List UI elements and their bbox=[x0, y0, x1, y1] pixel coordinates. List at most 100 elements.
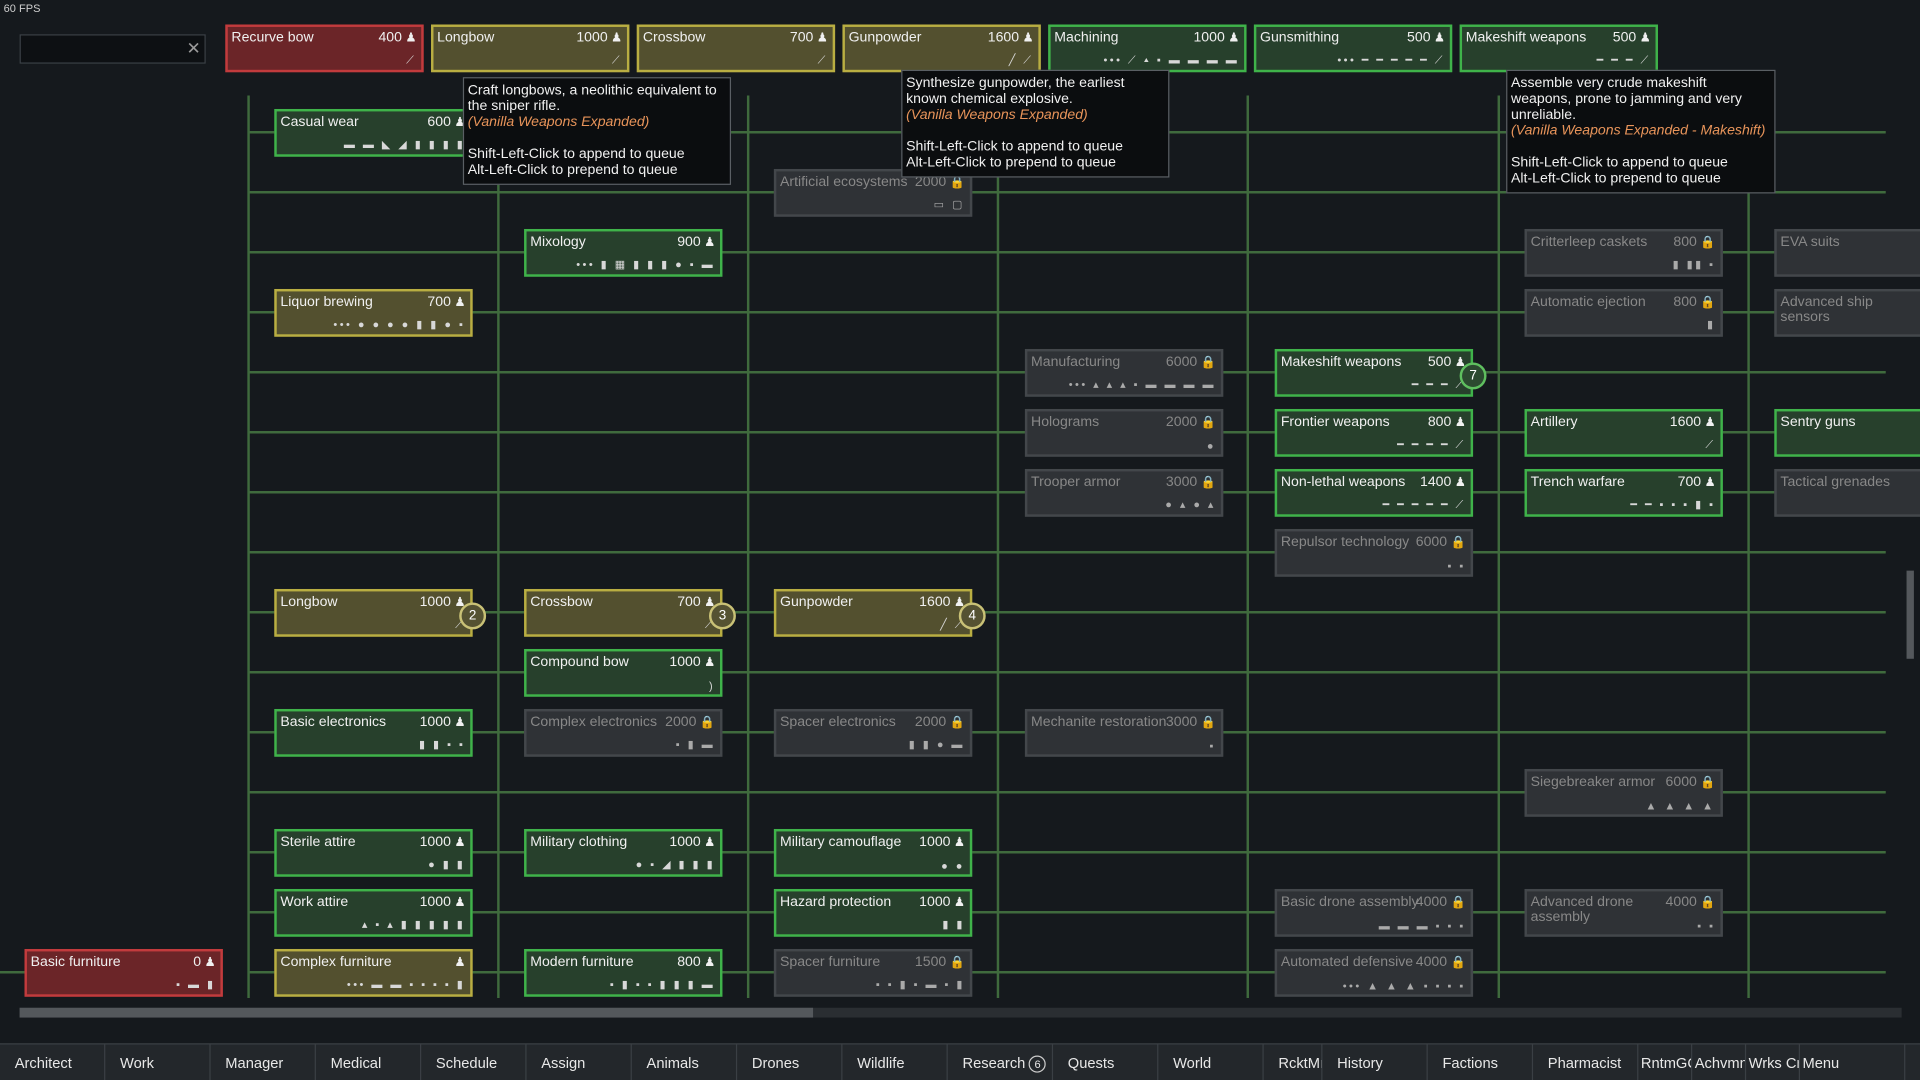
tree-node[interactable]: EVA suits 🔒 bbox=[1774, 228, 1920, 277]
tree-node[interactable]: Automated defensive 4000 🔒 ••• ▲ ▲ ▲ ▪ ▪ ▪… bbox=[1274, 948, 1474, 997]
cost-value: 1500 bbox=[914, 955, 947, 970]
tree-node[interactable]: Tactical grenades 🔒▪ ▪ ▪ bbox=[1774, 468, 1920, 517]
node-name: Crossbow bbox=[530, 595, 593, 610]
node-cost-lock: 2000 🔒 bbox=[665, 715, 715, 730]
tree-node[interactable]: Mechanite restoration 3000 🔒 ▪ bbox=[1024, 708, 1224, 757]
tab-drones[interactable]: Drones bbox=[737, 1044, 843, 1080]
tree-node[interactable]: Spacer electronics 2000 🔒 ▮ ▮ ● ▬ bbox=[773, 708, 973, 757]
horizontal-scrollbar[interactable] bbox=[19, 1007, 1902, 1018]
node-name: Advanced ship sensors bbox=[1780, 295, 1873, 325]
tree-node[interactable]: Work attire 1000 ♟ ▴ ▪ ▴ ▮ ▮ ▮ ▮ ▮ bbox=[274, 888, 473, 937]
queue-node[interactable]: Recurve bow 400 ♟ ⟋ bbox=[225, 24, 424, 73]
researcher-icon: ♟ bbox=[401, 31, 417, 46]
unlock-icons: ••• ▲ ▲ ▲ ▪ ▪ ▪ ▪ bbox=[1342, 979, 1466, 992]
cost-value: 1000 bbox=[419, 715, 451, 730]
tree-node[interactable]: Modern furniture 800 ♟ ▪ ▮ ▪ ▪ ▮ ▮ ▮ ▬ bbox=[524, 948, 723, 997]
node-cost: 1600 ♟ bbox=[988, 31, 1034, 46]
tree-node[interactable]: Casual wear 600 ♟ ▬ ▬ ◣ ◢ ▮ ▮ ▮ ▮ bbox=[274, 108, 473, 157]
tab-schedule[interactable]: Schedule bbox=[421, 1044, 527, 1080]
tree-node[interactable]: Basic electronics 1000 ♟ ▮ ▮ ▪ ▪ bbox=[274, 708, 473, 757]
node-name: Machining bbox=[1054, 30, 1119, 46]
cost-value: 1000 bbox=[419, 595, 451, 610]
queue-node[interactable]: Machining 1000 ♟ ••• ⟋ ▴ ▪ ▬ ▬ ▬ ▬ bbox=[1048, 24, 1247, 73]
tree-node[interactable]: Makeshift weapons 500 ♟ ━ ━ ━ ⟋ bbox=[1274, 348, 1474, 397]
tab-assign[interactable]: Assign bbox=[527, 1044, 632, 1080]
tree-node[interactable]: Military clothing 1000 ♟ ● ▪ ◢ ▮ ▮ ▮ bbox=[524, 828, 723, 877]
tab-medical[interactable]: Medical bbox=[316, 1044, 422, 1080]
vertical-scrollbar[interactable] bbox=[1906, 570, 1914, 659]
tab-research[interactable]: Research 6 bbox=[948, 1044, 1054, 1080]
tree-node[interactable]: Artillery 1600 ♟ ⟋ bbox=[1524, 408, 1723, 457]
tree-node[interactable]: Crossbow 700 ♟ ⟋ bbox=[524, 588, 723, 637]
tree-node[interactable]: Gunpowder 1600 ♟ ╱ ⟋ bbox=[773, 588, 973, 637]
tree-node[interactable]: Trooper armor 3000 🔒 ● ▴ ● ▴ bbox=[1024, 468, 1224, 517]
tree-node[interactable]: Siegebreaker armor 6000 🔒 ▲ ▲ ▲ ▲ bbox=[1524, 768, 1723, 817]
tree-node[interactable]: Spacer furniture 1500 🔒 ▪ ▪ ▮ ▪ ▬ ▪ ▮ bbox=[773, 948, 973, 997]
tree-node[interactable]: Sentry guns ♟ bbox=[1774, 408, 1920, 457]
tab-manager[interactable]: Manager bbox=[211, 1044, 316, 1080]
unlock-icons: ● bbox=[1206, 439, 1216, 452]
node-cost: 1000 ♟ bbox=[420, 835, 466, 850]
tree-node[interactable]: Mixology 900 ♟ ••• ▮ ▦ ▮ ▮ ▮ ● ▪ ▬ bbox=[524, 228, 723, 277]
unlock-icons: ▪ ▪ bbox=[1697, 919, 1716, 932]
node-cost: 700 ♟ bbox=[790, 31, 828, 46]
tree-node[interactable]: Advanced drone assembly 4000 🔒 ▪ ▪ bbox=[1524, 888, 1723, 937]
tab-world[interactable]: World bbox=[1158, 1044, 1264, 1080]
tab-menu[interactable]: Menu bbox=[1800, 1044, 1906, 1080]
tooltip-desc-line: known chemical explosive. bbox=[906, 91, 1073, 107]
tree-node[interactable]: Trench warfare 700 ♟ ━ ━ ▪ ▪ ▪ ▮ ▪ bbox=[1524, 468, 1723, 517]
node-cost: 400 ♟ bbox=[378, 31, 416, 46]
lock-icon: 🔒 bbox=[1447, 956, 1466, 970]
tree-node[interactable]: Longbow 1000 ♟ ⟋ bbox=[274, 588, 473, 637]
tree-node[interactable]: Automatic ejection 800 🔒 ▮ bbox=[1524, 288, 1723, 337]
node-cost-lock: 6000 🔒 bbox=[1416, 535, 1466, 550]
tree-node[interactable]: Critterleep caskets 800 🔒 ▮ ▮▮ ▪ bbox=[1524, 228, 1723, 277]
tooltip-desc-line: weapons, prone to jamming and very bbox=[1511, 91, 1742, 107]
tab-pharmacist[interactable]: Pharmacist bbox=[1533, 1044, 1639, 1080]
tab-rcktmn[interactable]: RcktMn bbox=[1264, 1044, 1323, 1080]
cost-value: 6000 bbox=[1665, 775, 1697, 790]
tree-node[interactable]: Complex electronics 2000 🔒 ▪ ▮ ▬ bbox=[524, 708, 723, 757]
unlock-icons: ╱ ⟋ bbox=[1008, 53, 1034, 67]
tree-node[interactable]: Hazard protection 1000 ♟ ▮ ▮ bbox=[773, 888, 973, 937]
tab-animals[interactable]: Animals bbox=[632, 1044, 738, 1080]
tab-quests[interactable]: Quests bbox=[1053, 1044, 1159, 1080]
tab-wildlife[interactable]: Wildlife bbox=[842, 1044, 948, 1080]
cost-value: 2000 bbox=[665, 715, 697, 730]
tab-architect[interactable]: Architect bbox=[0, 1044, 106, 1080]
tree-node[interactable]: Manufacturing 6000 🔒 ••• ▴ ▴ ▴ ▪ ▬ ▬ ▬ ▬ bbox=[1024, 348, 1224, 397]
scrollbar-thumb[interactable] bbox=[19, 1007, 814, 1018]
tree-node[interactable]: Frontier weapons 800 ♟ ━ ━ ━ ━ ⟋ bbox=[1274, 408, 1474, 457]
tab-wrks-cr[interactable]: Wrks Cr bbox=[1746, 1044, 1801, 1080]
tab-history[interactable]: History bbox=[1322, 1044, 1428, 1080]
tree-node[interactable]: Holograms 2000 🔒 ● bbox=[1024, 408, 1224, 457]
cost-value: 1000 bbox=[669, 835, 701, 850]
tree-node[interactable]: Non-lethal weapons 1400 ♟ ━ ━ ━ ━ ━ ⟋ bbox=[1274, 468, 1474, 517]
tree-node[interactable]: Compound bow 1000 ♟) bbox=[524, 648, 723, 697]
tree-node[interactable]: Basic drone assembly 4000 🔒 ▬ ▬ ▬ ▪ ▪ ▪ bbox=[1274, 888, 1474, 937]
tree-node[interactable]: Sterile attire 1000 ♟ ● ▮ ▮ bbox=[274, 828, 473, 877]
cost-value: 1600 bbox=[919, 595, 951, 610]
queue-node[interactable]: Crossbow 700 ♟ ⟋ bbox=[636, 24, 836, 73]
queue-node[interactable]: Longbow 1000 ♟ ⟋ bbox=[431, 24, 630, 73]
tree-node[interactable]: Complex furniture ♟ ••• ▬ ▬ ▪ ▪ ▪ ▪ ▮ bbox=[274, 948, 473, 997]
cost-value: 1000 bbox=[419, 835, 451, 850]
queue-node[interactable]: Makeshift weapons 500 ♟ ━ ━ ━ ⟋ bbox=[1459, 24, 1658, 73]
tooltip-hint: Alt-Left-Click to prepend to queue bbox=[1511, 171, 1721, 187]
node-cost: 1600 ♟ bbox=[919, 595, 965, 610]
tab-factions[interactable]: Factions bbox=[1428, 1044, 1534, 1080]
node-name: Artillery bbox=[1530, 415, 1578, 430]
tab-work[interactable]: Work bbox=[105, 1044, 211, 1080]
queue-node[interactable]: Gunpowder 1600 ♟ ╱ ⟋ bbox=[842, 24, 1041, 73]
tab-achvmn[interactable]: Achvmn bbox=[1692, 1044, 1747, 1080]
tab-rntmgc[interactable]: RntmGC bbox=[1638, 1044, 1693, 1080]
tree-node[interactable]: Liquor brewing 700 ♟ ••• ● ● ● ● ▮ ▮ ● ▪ bbox=[274, 288, 473, 337]
tree-node[interactable]: Repulsor technology 6000 🔒 ▪ ▪ bbox=[1274, 528, 1474, 577]
node-name: Modern furniture bbox=[530, 955, 634, 970]
tree-node[interactable]: Advanced ship sensors 🔒 bbox=[1774, 288, 1920, 337]
queue-node[interactable]: Gunsmithing 500 ♟ ••• ━ ━ ━ ━ ━ ⟋ bbox=[1253, 24, 1453, 73]
researcher-icon: ♟ bbox=[1224, 31, 1240, 46]
cost-value: 800 bbox=[1673, 295, 1697, 310]
tree-node[interactable]: Military camouflage 1000 ♟ ● ● bbox=[773, 828, 973, 877]
tree-node[interactable]: Basic furniture 0 ♟ ▪ ▬ ▮ bbox=[24, 948, 223, 997]
